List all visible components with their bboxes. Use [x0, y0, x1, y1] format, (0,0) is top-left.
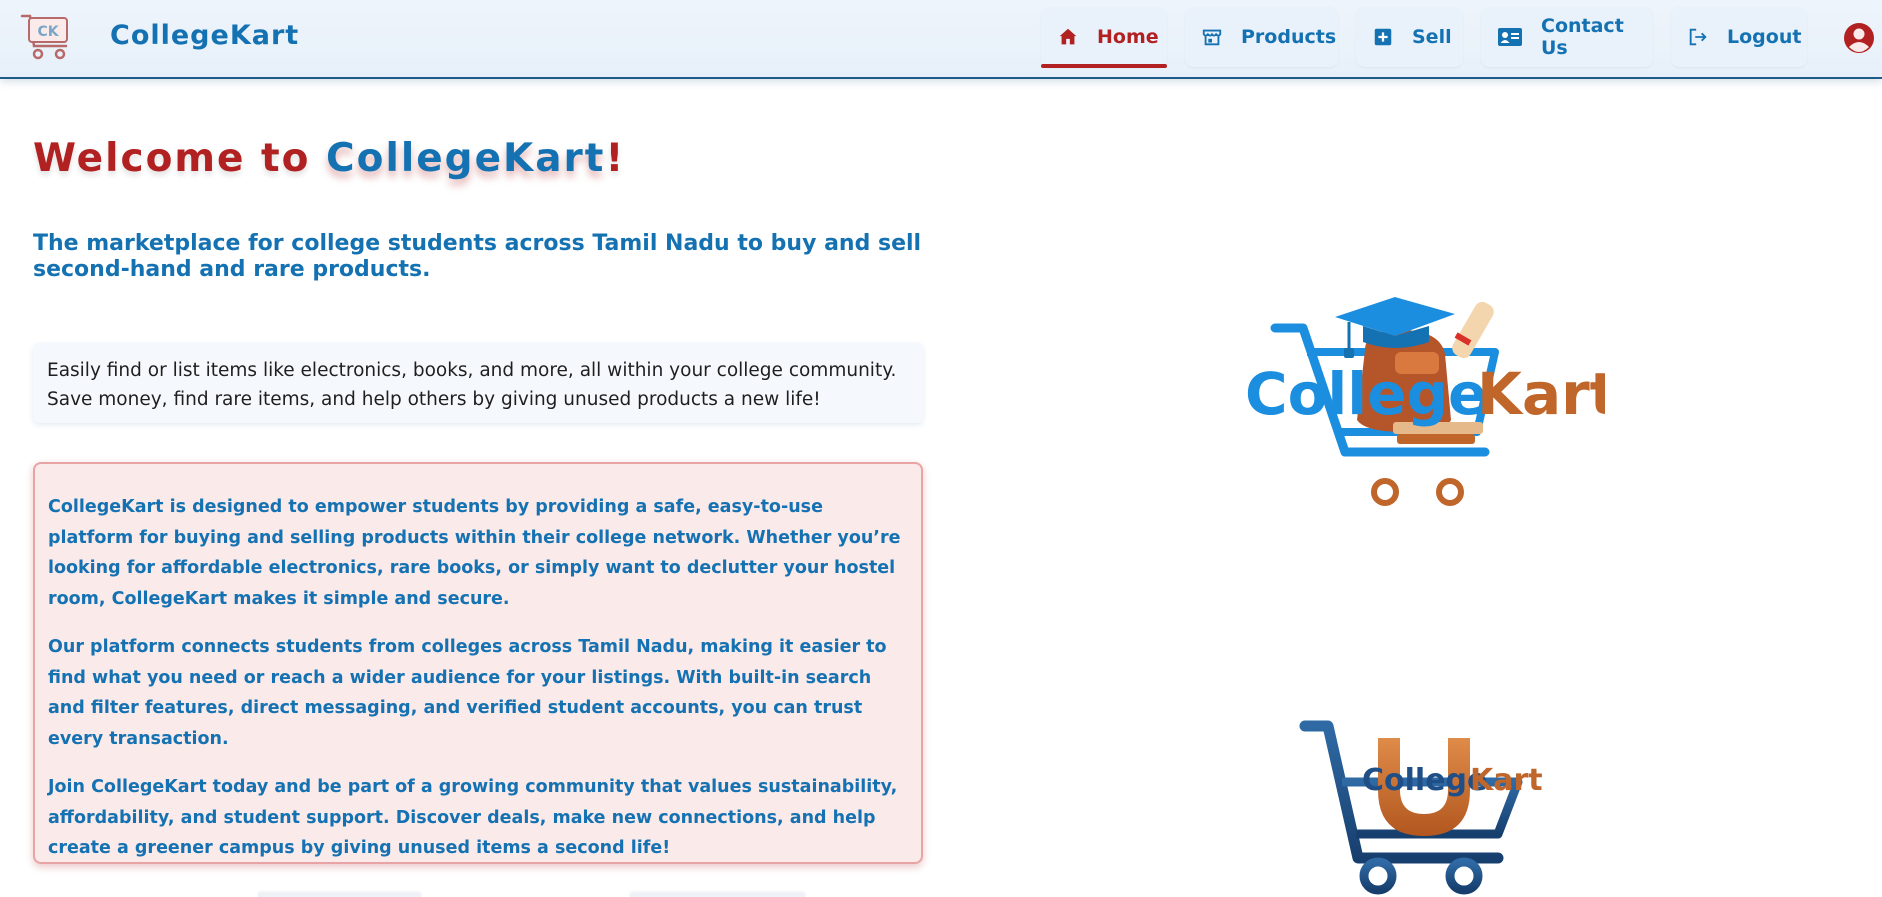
nav-contact-us[interactable]: Contact Us	[1481, 7, 1653, 67]
nav-products-label: Products	[1241, 26, 1337, 48]
hero-subtitle: The marketplace for college students acr…	[33, 231, 922, 282]
brand-name[interactable]: CollegeKart	[110, 20, 299, 51]
brand-logo-text: CK	[37, 24, 59, 40]
welcome-brand: CollegeKart	[326, 136, 606, 181]
logout-icon	[1687, 26, 1709, 48]
welcome-suffix: !	[605, 136, 626, 181]
collegekart-cart-logo-image: College Kart	[1299, 720, 1543, 895]
nav-logout-label: Logout	[1727, 26, 1802, 48]
intro-text: Easily find or list items like electroni…	[47, 360, 897, 410]
about-paragraph-3: Join CollegeKart today and be part of a …	[48, 777, 898, 858]
brand-logo-cart-icon[interactable]: CK	[20, 12, 74, 62]
store-icon	[1201, 26, 1223, 48]
about-paragraph-1: CollegeKart is designed to empower stude…	[48, 497, 901, 609]
nav-contact-us-label: Contact Us	[1541, 15, 1624, 59]
home-icon	[1057, 26, 1079, 48]
logo-cart-part1: College	[1362, 763, 1487, 798]
nav-products[interactable]: Products	[1185, 7, 1338, 67]
partial-card-right	[630, 893, 805, 897]
nav-home[interactable]: Home	[1041, 7, 1167, 68]
account-circle-icon[interactable]	[1843, 22, 1875, 54]
nav-home-label: Home	[1097, 26, 1159, 48]
collegekart-logo-image: College Kart	[1245, 297, 1605, 506]
logo-main-part1: College	[1245, 360, 1487, 428]
contact-card-icon	[1497, 26, 1523, 48]
nav-sell[interactable]: Sell	[1356, 7, 1463, 67]
welcome-heading: Welcome to CollegeKart!	[33, 136, 625, 181]
plus-square-icon	[1372, 26, 1394, 48]
nav-logout[interactable]: Logout	[1671, 7, 1807, 67]
logo-cart-part2: Kart	[1470, 763, 1543, 798]
intro-card: Easily find or list items like electroni…	[33, 343, 923, 423]
welcome-prefix: Welcome to	[33, 136, 327, 181]
logo-main-part2: Kart	[1477, 360, 1605, 428]
top-navbar: CK CollegeKart Home Products Sell Contac…	[0, 0, 1882, 79]
nav-sell-label: Sell	[1412, 26, 1452, 48]
about-paragraph-2: Our platform connects students from coll…	[48, 637, 887, 749]
about-card: CollegeKart is designed to empower stude…	[33, 462, 923, 864]
partial-card-left	[258, 893, 421, 897]
